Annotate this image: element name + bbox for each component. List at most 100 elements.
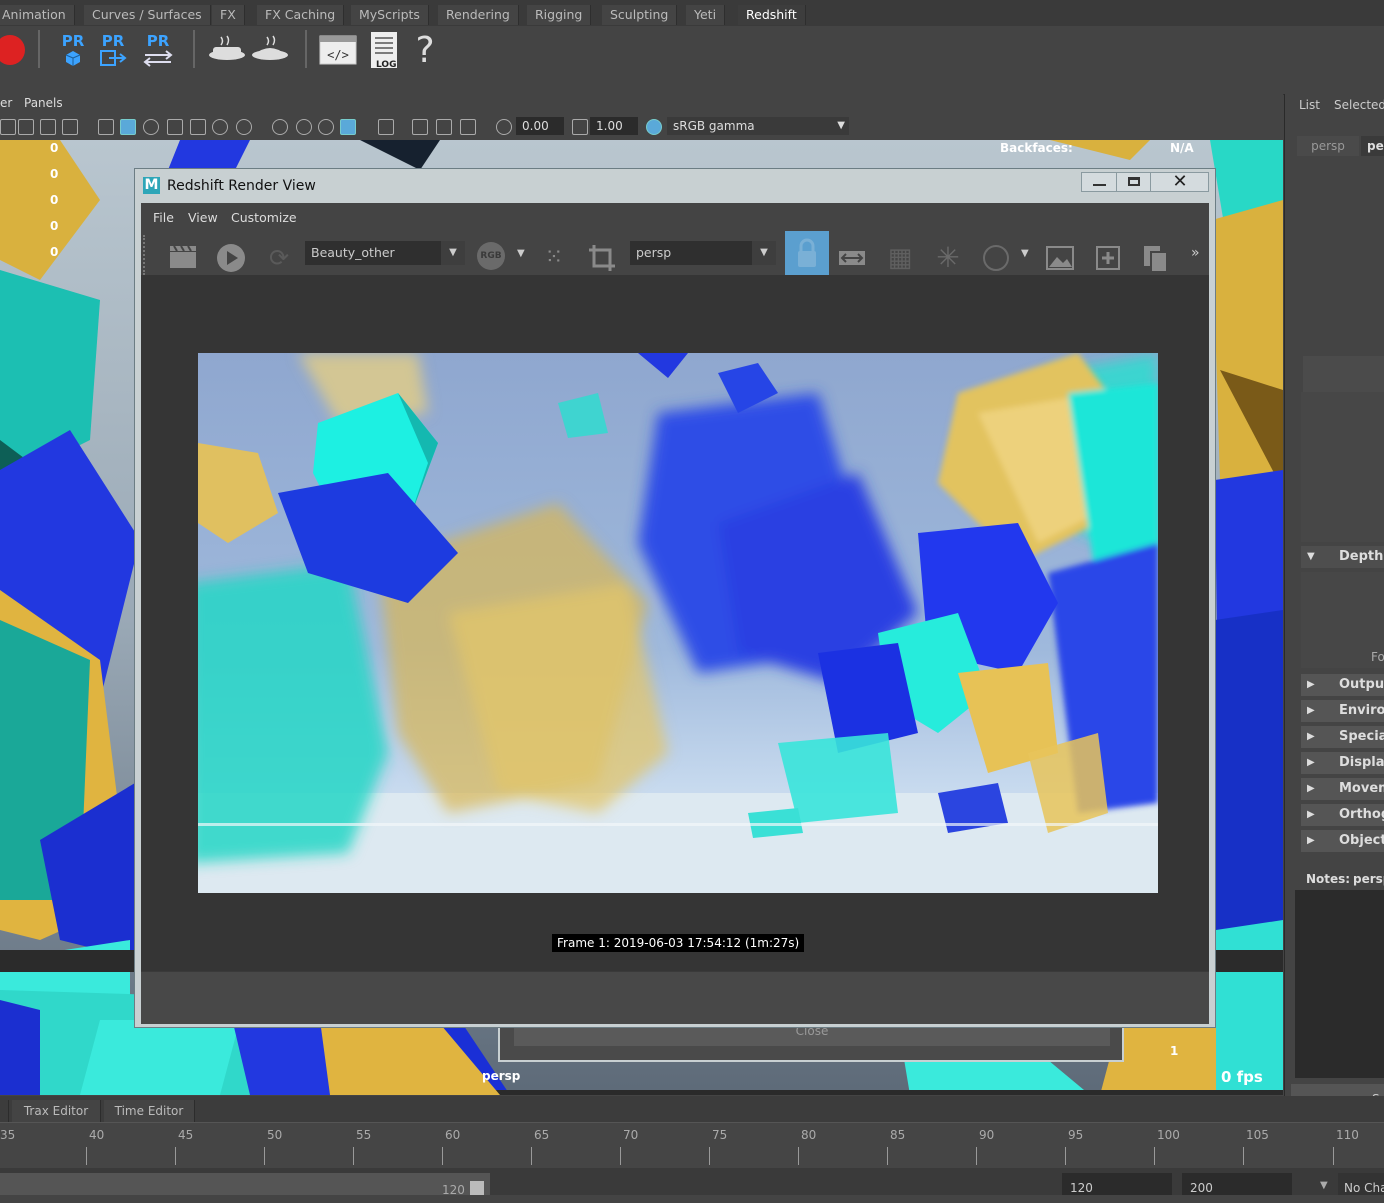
tab-partial[interactable]: [0, 1100, 9, 1122]
isolate-icon[interactable]: [340, 119, 356, 135]
dof-icon[interactable]: [318, 119, 334, 135]
shelf-tab-rigging[interactable]: Rigging: [527, 5, 592, 25]
end-time-field[interactable]: 120: [1062, 1173, 1172, 1195]
xray-joints-icon[interactable]: [412, 119, 428, 135]
range-slider[interactable]: 120: [0, 1173, 490, 1197]
bake-dish-2-button[interactable]: [250, 28, 290, 72]
maximize-button[interactable]: [1116, 173, 1151, 191]
aa-icon[interactable]: [296, 119, 312, 135]
chevron-down-icon[interactable]: ▼: [1021, 248, 1029, 259]
rgb-channel-button[interactable]: RGB: [477, 242, 505, 270]
toolbar-overflow-button[interactable]: »: [1191, 245, 1200, 261]
pr-label: PR: [61, 31, 85, 50]
textured-icon[interactable]: [167, 119, 183, 135]
chevron-down-icon[interactable]: ▼: [1320, 1180, 1328, 1191]
camera-attributes-icon[interactable]: [460, 119, 476, 135]
close-button[interactable]: Close: [514, 1028, 1110, 1046]
snowflake-icon[interactable]: ✳: [933, 243, 963, 273]
section-orthographic-views[interactable]: ▶Orthog: [1301, 804, 1384, 826]
menu-file[interactable]: File: [153, 210, 174, 225]
shelf-tab-sculpting[interactable]: Sculpting: [602, 5, 678, 25]
panels-menu[interactable]: Panels: [24, 96, 63, 110]
character-set-field[interactable]: No Cha: [1338, 1173, 1384, 1195]
exposure-field[interactable]: 0.00: [516, 117, 564, 135]
shelf-tab-animation[interactable]: Animation: [0, 5, 75, 25]
shelf-tab-fx-caching[interactable]: FX Caching: [257, 5, 345, 25]
render-canvas[interactable]: [141, 275, 1209, 971]
selected-menu[interactable]: Selected: [1334, 98, 1384, 112]
bake-dish-button[interactable]: [207, 28, 247, 72]
minimize-button[interactable]: [1082, 173, 1116, 191]
tab-trax-editor[interactable]: Trax Editor: [12, 1100, 101, 1122]
help-button[interactable]: ?: [405, 28, 445, 72]
grid-icon[interactable]: [18, 119, 34, 135]
clapperboard-icon[interactable]: [168, 243, 198, 273]
shelf-tab-redshift[interactable]: Redshift: [738, 5, 806, 25]
refresh-icon[interactable]: ⟳: [264, 243, 294, 273]
xray-components-icon[interactable]: [436, 119, 452, 135]
render-view-menubar: File View Customize: [141, 203, 1209, 231]
section-object-display[interactable]: ▶ Object: [1301, 830, 1384, 852]
shelf-tab-myscripts[interactable]: MyScripts: [351, 5, 429, 25]
section-depth-of-field[interactable]: ▼Depth o: [1301, 546, 1384, 586]
tab-persp[interactable]: persp: [1297, 136, 1359, 156]
snapshot-image-icon[interactable]: [1045, 243, 1075, 273]
script-editor-button[interactable]: </>: [318, 28, 358, 72]
pr-cube-button[interactable]: PR: [53, 28, 93, 72]
shelf-tab-yeti[interactable]: Yeti: [686, 5, 726, 25]
circle-icon[interactable]: [981, 243, 1011, 273]
record-icon[interactable]: [0, 28, 30, 72]
lock-camera-button[interactable]: [785, 231, 829, 275]
colorspace-dropdown[interactable]: sRGB gamma ▼: [667, 117, 849, 135]
pr-swap-button[interactable]: PR: [138, 28, 178, 72]
notes-textarea[interactable]: [1295, 890, 1384, 1078]
tab-perspshape[interactable]: pe: [1361, 136, 1384, 156]
shelf-tab-curves-surfaces[interactable]: Curves / Surfaces: [84, 5, 211, 25]
add-snapshot-icon[interactable]: [1093, 243, 1123, 273]
list-menu[interactable]: List: [1299, 98, 1320, 112]
max-time-field[interactable]: 200: [1182, 1173, 1292, 1195]
section-movement-options[interactable]: ▶Movem: [1301, 778, 1384, 800]
pr-export-button[interactable]: PR: [93, 28, 133, 72]
menu-view[interactable]: View: [188, 210, 218, 225]
section-special-effects[interactable]: ▶Special: [1301, 726, 1384, 748]
image-plane-icon[interactable]: [40, 119, 56, 135]
ao-icon[interactable]: [236, 119, 252, 135]
section-output[interactable]: ▶Output: [1301, 674, 1384, 696]
shelf-tab-fx[interactable]: FX: [212, 5, 245, 25]
tile-grid-icon[interactable]: ▦: [885, 243, 915, 273]
color-management-icon[interactable]: [646, 119, 662, 135]
default-light-icon[interactable]: [143, 119, 159, 135]
log-button[interactable]: LOG: [364, 28, 404, 72]
tick-label: 110: [1336, 1128, 1359, 1142]
xray-icon[interactable]: [378, 119, 394, 135]
chevron-down-icon[interactable]: ▼: [517, 248, 525, 259]
gamma-field[interactable]: 1.00: [590, 117, 638, 135]
wireframe-icon[interactable]: [98, 119, 114, 135]
shelf-separator: [38, 30, 40, 68]
shadows-icon[interactable]: [190, 119, 206, 135]
copy-icon[interactable]: [1141, 243, 1171, 273]
close-window-button[interactable]: ✕: [1150, 173, 1209, 191]
section-environment[interactable]: ▶Environ: [1301, 700, 1384, 722]
tab-time-editor[interactable]: Time Editor: [104, 1100, 195, 1122]
lights-icon[interactable]: [212, 119, 228, 135]
aov-dropdown[interactable]: Beauty_other ▼: [305, 241, 465, 265]
render-view-titlebar[interactable]: M Redshift Render View ✕: [135, 169, 1215, 203]
camera-dropdown[interactable]: persp ▼: [630, 241, 776, 265]
smooth-shade-icon[interactable]: [120, 119, 136, 135]
play-render-icon[interactable]: [216, 243, 246, 273]
range-handle[interactable]: [470, 1181, 484, 1195]
text-icon[interactable]: [62, 119, 78, 135]
renderer-menu[interactable]: er: [0, 96, 12, 110]
fit-width-icon[interactable]: [837, 243, 867, 273]
time-slider[interactable]: 35 40 45 50 55 60 65 70 75 80 85 90 95 1…: [0, 1122, 1384, 1168]
camera-icon[interactable]: [0, 119, 16, 135]
motion-blur-icon[interactable]: [272, 119, 288, 135]
section-display-options[interactable]: ▶Display: [1301, 752, 1384, 774]
menu-customize[interactable]: Customize: [231, 210, 297, 225]
dot-grid-icon[interactable]: ⁙: [539, 243, 569, 273]
tick-label: 90: [979, 1128, 995, 1142]
crop-icon[interactable]: [587, 243, 617, 273]
shelf-tab-rendering[interactable]: Rendering: [438, 5, 519, 25]
